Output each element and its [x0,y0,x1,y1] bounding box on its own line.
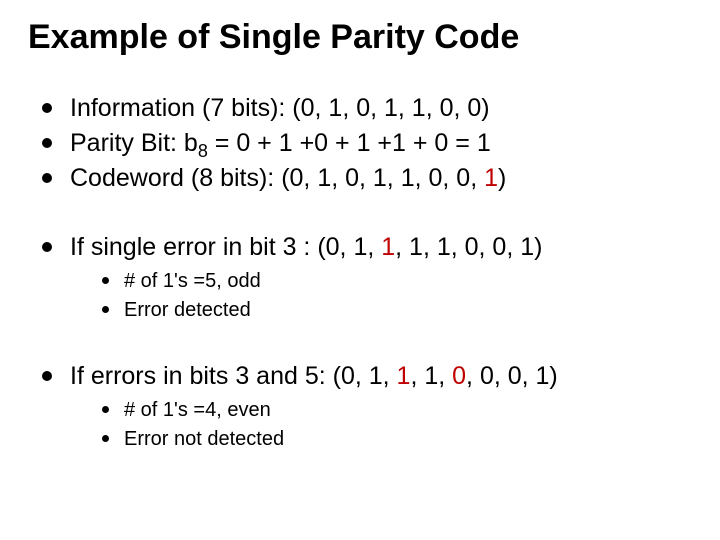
text-run: Error detected [124,299,251,321]
sub-bullet-list: # of 1's =4, even Error not detected [70,396,692,454]
text-run: , 1, [410,362,452,390]
sub-bullet-list: # of 1's =5, odd Error detected [70,267,692,325]
text-run: 1 [484,164,498,192]
text-run: Parity Bit: b [70,129,198,157]
bullet-item: If single error in bit 3 : (0, 1, 1, 1, … [38,230,692,325]
bullet-text: If errors in bits 3 and 5: (0, 1, 1, 1, … [70,362,558,390]
bullet-list: Information (7 bits): (0, 1, 0, 1, 1, 0,… [28,91,692,454]
text-run: # of 1's =4, even [124,399,271,421]
bullet-text: If single error in bit 3 : (0, 1, 1, 1, … [70,233,542,261]
text-run: = 0 + 1 +0 + 1 +1 + 0 = 1 [208,129,491,157]
bullet-text: Parity Bit: b8 = 0 + 1 +0 + 1 +1 + 0 = 1 [70,129,491,157]
text-run: Information (7 bits): (0, 1, 0, 1, 1, 0,… [70,94,490,122]
sub-bullet-item: # of 1's =4, even [100,396,692,425]
text-run: 8 [198,141,208,161]
slide: Example of Single Parity Code Informatio… [0,0,720,540]
bullet-text: Codeword (8 bits): (0, 1, 0, 1, 1, 0, 0,… [70,164,506,192]
text-run: 0 [452,362,466,390]
bullet-item: If errors in bits 3 and 5: (0, 1, 1, 1, … [38,359,692,454]
text-run: ) [498,164,506,192]
text-run: 1 [397,362,411,390]
bullet-text: Information (7 bits): (0, 1, 0, 1, 1, 0,… [70,94,490,122]
slide-title: Example of Single Parity Code [28,18,692,57]
text-run: # of 1's =5, odd [124,270,261,292]
sub-bullet-item: Error detected [100,296,692,325]
text-run: If errors in bits 3 and 5: (0, 1, [70,362,397,390]
text-run: Codeword (8 bits): (0, 1, 0, 1, 1, 0, 0, [70,164,484,192]
bullet-item: Codeword (8 bits): (0, 1, 0, 1, 1, 0, 0,… [38,161,692,196]
text-run: , 0, 0, 1) [466,362,558,390]
sub-bullet-item: Error not detected [100,425,692,454]
bullet-item: Parity Bit: b8 = 0 + 1 +0 + 1 +1 + 0 = 1 [38,126,692,161]
sub-bullet-item: # of 1's =5, odd [100,267,692,296]
text-run: 1 [381,233,395,261]
text-run: Error not detected [124,428,284,450]
bullet-item: Information (7 bits): (0, 1, 0, 1, 1, 0,… [38,91,692,126]
text-run: If single error in bit 3 : (0, 1, [70,233,381,261]
text-run: , 1, 1, 0, 0, 1) [395,233,542,261]
